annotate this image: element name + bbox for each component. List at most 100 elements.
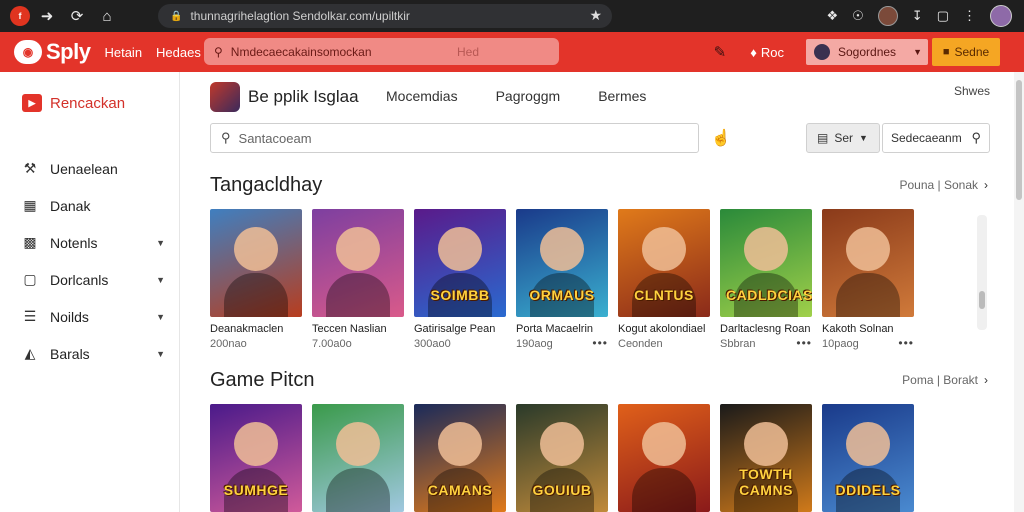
- section-see-all[interactable]: Pouna | Sonak ›: [899, 178, 988, 192]
- app-logo[interactable]: ◉ Sply: [14, 39, 91, 65]
- shield-icon[interactable]: ☉: [852, 8, 864, 24]
- game-card[interactable]: ORMAUS Porta Macaelrin 190aog •••: [516, 209, 608, 350]
- window-icon[interactable]: ▢: [937, 8, 949, 24]
- page-scroll-thumb[interactable]: [1016, 80, 1022, 200]
- chevron-down-icon: ▼: [156, 311, 165, 322]
- game-cover-image[interactable]: [312, 404, 404, 512]
- header-link-1[interactable]: Hetain: [104, 45, 142, 60]
- sidebar-item-5[interactable]: ☰ Noilds ▼: [0, 298, 179, 335]
- sidebar-item-4[interactable]: ▢ Dorlcanls ▼: [0, 261, 179, 298]
- filter-select[interactable]: ▤ Ser ▼: [806, 123, 880, 153]
- section-see-all[interactable]: Poma | Borakt ›: [902, 373, 988, 387]
- game-cover-image[interactable]: [210, 209, 302, 317]
- sort-search-field[interactable]: Sedecaeanm ⚲: [882, 123, 990, 153]
- sidebar-brand[interactable]: ▶ Rencackan: [22, 94, 179, 112]
- user-menu[interactable]: Sogordnes ▼: [806, 39, 928, 65]
- game-card[interactable]: GOUIUB: [516, 404, 608, 512]
- game-card[interactable]: Deanakmaclen 200nao: [210, 209, 302, 350]
- character-art: [336, 227, 380, 271]
- sidebar-item-3[interactable]: ▩ Notenls ▼: [0, 224, 179, 261]
- sidebar-item-1[interactable]: ⚒ Uenaelean: [0, 150, 179, 187]
- game-card[interactable]: Teccen Naslian 7.00a0o: [312, 209, 404, 350]
- tab-1[interactable]: Mocemdias: [386, 88, 458, 104]
- share-icon[interactable]: ☝: [711, 128, 731, 148]
- sidebar-item-2[interactable]: ▦ Danak: [0, 187, 179, 224]
- game-card[interactable]: [618, 404, 710, 512]
- cover-title-text: TOWTH CAMNS: [739, 466, 793, 498]
- address-bar[interactable]: 🔒 thunnagrihelagtion Sendolkar.com/upilt…: [158, 4, 612, 28]
- profile-avatar[interactable]: [877, 6, 898, 26]
- more-options-icon[interactable]: •••: [898, 336, 914, 350]
- game-cover-image[interactable]: CADLDCIAS: [720, 209, 812, 317]
- game-card[interactable]: Kakoth Solnan 10paog •••: [822, 209, 914, 350]
- download-icon[interactable]: ↧: [912, 8, 923, 24]
- more-options-icon[interactable]: •••: [796, 336, 812, 350]
- character-art: [234, 227, 278, 271]
- game-card[interactable]: CADLDCIAS Darltaclesng Roan Sbbran •••: [720, 209, 812, 350]
- game-title[interactable]: Porta Macaelrin: [516, 323, 608, 335]
- chevron-down-icon: ▼: [859, 133, 868, 143]
- grid-icon: ▦: [23, 197, 37, 213]
- store-search-input[interactable]: ⚲ Santacoeam: [210, 123, 699, 153]
- game-title[interactable]: Kakoth Solnan: [822, 323, 914, 335]
- header-link-2[interactable]: Hedaes: [156, 45, 201, 60]
- game-title[interactable]: Kogut akolondiael: [618, 323, 710, 335]
- game-card[interactable]: SUMHGE: [210, 404, 302, 512]
- game-meta: 190aog: [516, 338, 553, 350]
- game-card[interactable]: CAMANS: [414, 404, 506, 512]
- game-meta-wrap: Sbbran •••: [720, 336, 812, 350]
- game-title[interactable]: Gatirisalge Pean: [414, 323, 506, 335]
- game-cover-image[interactable]: SUMHGE: [210, 404, 302, 512]
- browser-toolbar: f ➜ ⟳ ⌂ 🔒 thunnagrihelagtion Sendolkar.c…: [0, 0, 1024, 32]
- game-card[interactable]: TOWTH CAMNS: [720, 404, 812, 512]
- game-card[interactable]: [312, 404, 404, 512]
- home-icon[interactable]: ⌂: [94, 8, 120, 25]
- game-cover-image[interactable]: [618, 404, 710, 512]
- chevron-down-icon: ▼: [156, 237, 165, 248]
- sign-button[interactable]: ■ Sedne: [932, 38, 1000, 66]
- character-art: [836, 273, 900, 317]
- sidebar-item-label: Noilds: [50, 308, 89, 325]
- tab-favicon[interactable]: f: [10, 6, 30, 26]
- game-cover-image[interactable]: DDIDELS: [822, 404, 914, 512]
- game-cover-image[interactable]: SOIMBB: [414, 209, 506, 317]
- game-cover-image[interactable]: TOWTH CAMNS: [720, 404, 812, 512]
- game-cover-image[interactable]: GOUIUB: [516, 404, 608, 512]
- more-link[interactable]: Shwes: [954, 84, 990, 98]
- header-search[interactable]: ⚲ Nmdecaecakainsomockan Hed: [204, 38, 559, 65]
- extension-icon[interactable]: ❖: [826, 8, 838, 24]
- sidebar-item-label: Barals: [50, 345, 90, 362]
- game-meta-wrap: 190aog •••: [516, 336, 608, 350]
- more-options-icon[interactable]: •••: [592, 336, 608, 350]
- user-icon: ■: [942, 46, 950, 58]
- account-avatar[interactable]: [990, 5, 1012, 27]
- game-card[interactable]: DDIDELS: [822, 404, 914, 512]
- bell-icon: ♦: [750, 44, 757, 60]
- sidebar-item-label: Notenls: [50, 234, 98, 251]
- tab-2[interactable]: Pagroggm: [496, 88, 561, 104]
- game-cover-image[interactable]: CAMANS: [414, 404, 506, 512]
- carousel-scrollbar[interactable]: [977, 215, 987, 330]
- sidebar-item-6[interactable]: ◭ Barals ▼: [0, 335, 179, 372]
- game-cover-image[interactable]: [822, 209, 914, 317]
- bookmark-star-icon[interactable]: ★: [589, 7, 602, 24]
- edit-icon[interactable]: ✎: [714, 43, 727, 61]
- reload-icon[interactable]: ⟳: [64, 7, 90, 25]
- game-cover-image[interactable]: ORMAUS: [516, 209, 608, 317]
- carousel-scroll-thumb[interactable]: [979, 291, 985, 309]
- game-title[interactable]: Deanakmaclen: [210, 323, 302, 335]
- game-cover-image[interactable]: CLNTUS: [618, 209, 710, 317]
- game-title[interactable]: Teccen Naslian: [312, 323, 404, 335]
- tab-3[interactable]: Bermes: [598, 88, 646, 104]
- game-card[interactable]: SOIMBB Gatirisalge Pean 300ao0: [414, 209, 506, 350]
- menu-dots-icon[interactable]: ⋮: [963, 8, 976, 24]
- game-card[interactable]: CLNTUS Kogut akolondiael Ceonden: [618, 209, 710, 350]
- page-scrollbar[interactable]: [1014, 72, 1024, 512]
- game-meta-wrap: 300ao0: [414, 338, 506, 350]
- notifications-button[interactable]: ♦ Roc: [750, 45, 784, 60]
- character-art: [540, 422, 584, 466]
- game-title[interactable]: Darltaclesng Roan: [720, 323, 812, 335]
- game-cover-image[interactable]: [312, 209, 404, 317]
- back-icon[interactable]: ➜: [34, 7, 60, 25]
- sidebar-brand-label: Rencackan: [50, 94, 126, 112]
